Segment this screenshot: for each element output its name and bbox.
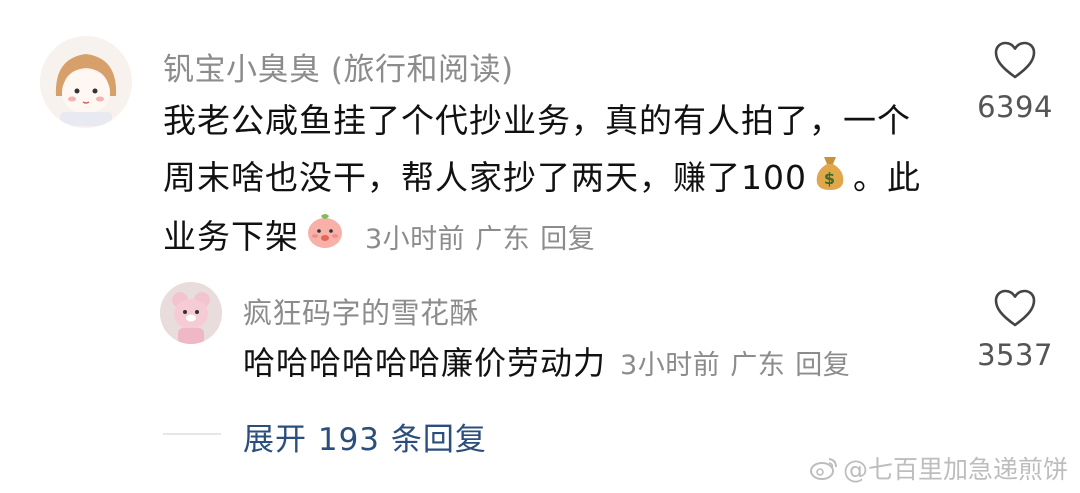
comment-meta: 3小时前 广东 回复 xyxy=(351,224,595,255)
watermark-text: @七百里加急递煎饼 xyxy=(842,455,1068,484)
comment-line-3-text: 业务下架 xyxy=(163,217,299,256)
comment-location: 广东 xyxy=(475,224,531,255)
reply-like-count: 3537 xyxy=(977,338,1053,372)
reply-like: 3537 xyxy=(975,288,1055,372)
comment-reply-button[interactable]: 回复 xyxy=(540,224,595,255)
comment-line-2-text: 周末啥也没干，帮人家抄了两天，赚了100 xyxy=(163,158,807,197)
heart-icon[interactable] xyxy=(993,288,1037,328)
avatar-cartoon-girl-icon xyxy=(40,36,132,128)
comment-like: 6394 xyxy=(975,40,1055,124)
weibo-icon xyxy=(809,458,837,480)
avatar[interactable] xyxy=(40,36,132,128)
reply-avatar[interactable] xyxy=(160,282,222,344)
avatar-plush-bear-icon xyxy=(160,282,222,344)
reply-reply-button[interactable]: 回复 xyxy=(795,350,850,381)
watermark: @七百里加急递煎饼 xyxy=(809,450,1068,486)
reply-location: 广东 xyxy=(730,350,786,381)
comment-line-2-tail: 。此 xyxy=(853,158,921,197)
heart-icon[interactable] xyxy=(993,40,1037,80)
reply-body: 哈哈哈哈哈哈廉价劳动力 3小时前 广东 回复 xyxy=(243,340,943,389)
comment-body: 我老公咸鱼挂了个代抄业务，真的有人拍了，一个 周末啥也没干，帮人家抄了两天，赚了… xyxy=(163,92,963,268)
peach-emoji-icon xyxy=(305,210,345,267)
reply-meta: 3小时前 广东 回复 xyxy=(606,350,850,381)
reply-username[interactable]: 疯狂码字的雪花酥 xyxy=(243,290,479,332)
reply-text: 哈哈哈哈哈哈廉价劳动力 xyxy=(243,344,607,382)
money-bag-icon: $ xyxy=(813,151,847,208)
comment-thread: 钒宝小臭臭 (旅行和阅读) 我老公咸鱼挂了个代抄业务，真的有人拍了，一个 周末啥… xyxy=(0,0,1080,493)
comment-line-1: 我老公咸鱼挂了个代抄业务，真的有人拍了，一个 xyxy=(163,101,911,140)
divider xyxy=(163,433,221,435)
comment-username[interactable]: 钒宝小臭臭 (旅行和阅读) xyxy=(163,44,514,89)
svg-text:$: $ xyxy=(824,169,836,188)
reply-time: 3小时前 xyxy=(620,350,721,381)
comment-line-2: 周末啥也没干，帮人家抄了两天，赚了100 $ 。此 xyxy=(163,149,963,208)
comment-line-3: 业务下架 3小时前 广东 回复 xyxy=(163,208,963,268)
comment-time: 3小时前 xyxy=(365,224,466,255)
expand-replies-button[interactable]: 展开 193 条回复 xyxy=(243,414,487,459)
like-count: 6394 xyxy=(977,90,1053,124)
